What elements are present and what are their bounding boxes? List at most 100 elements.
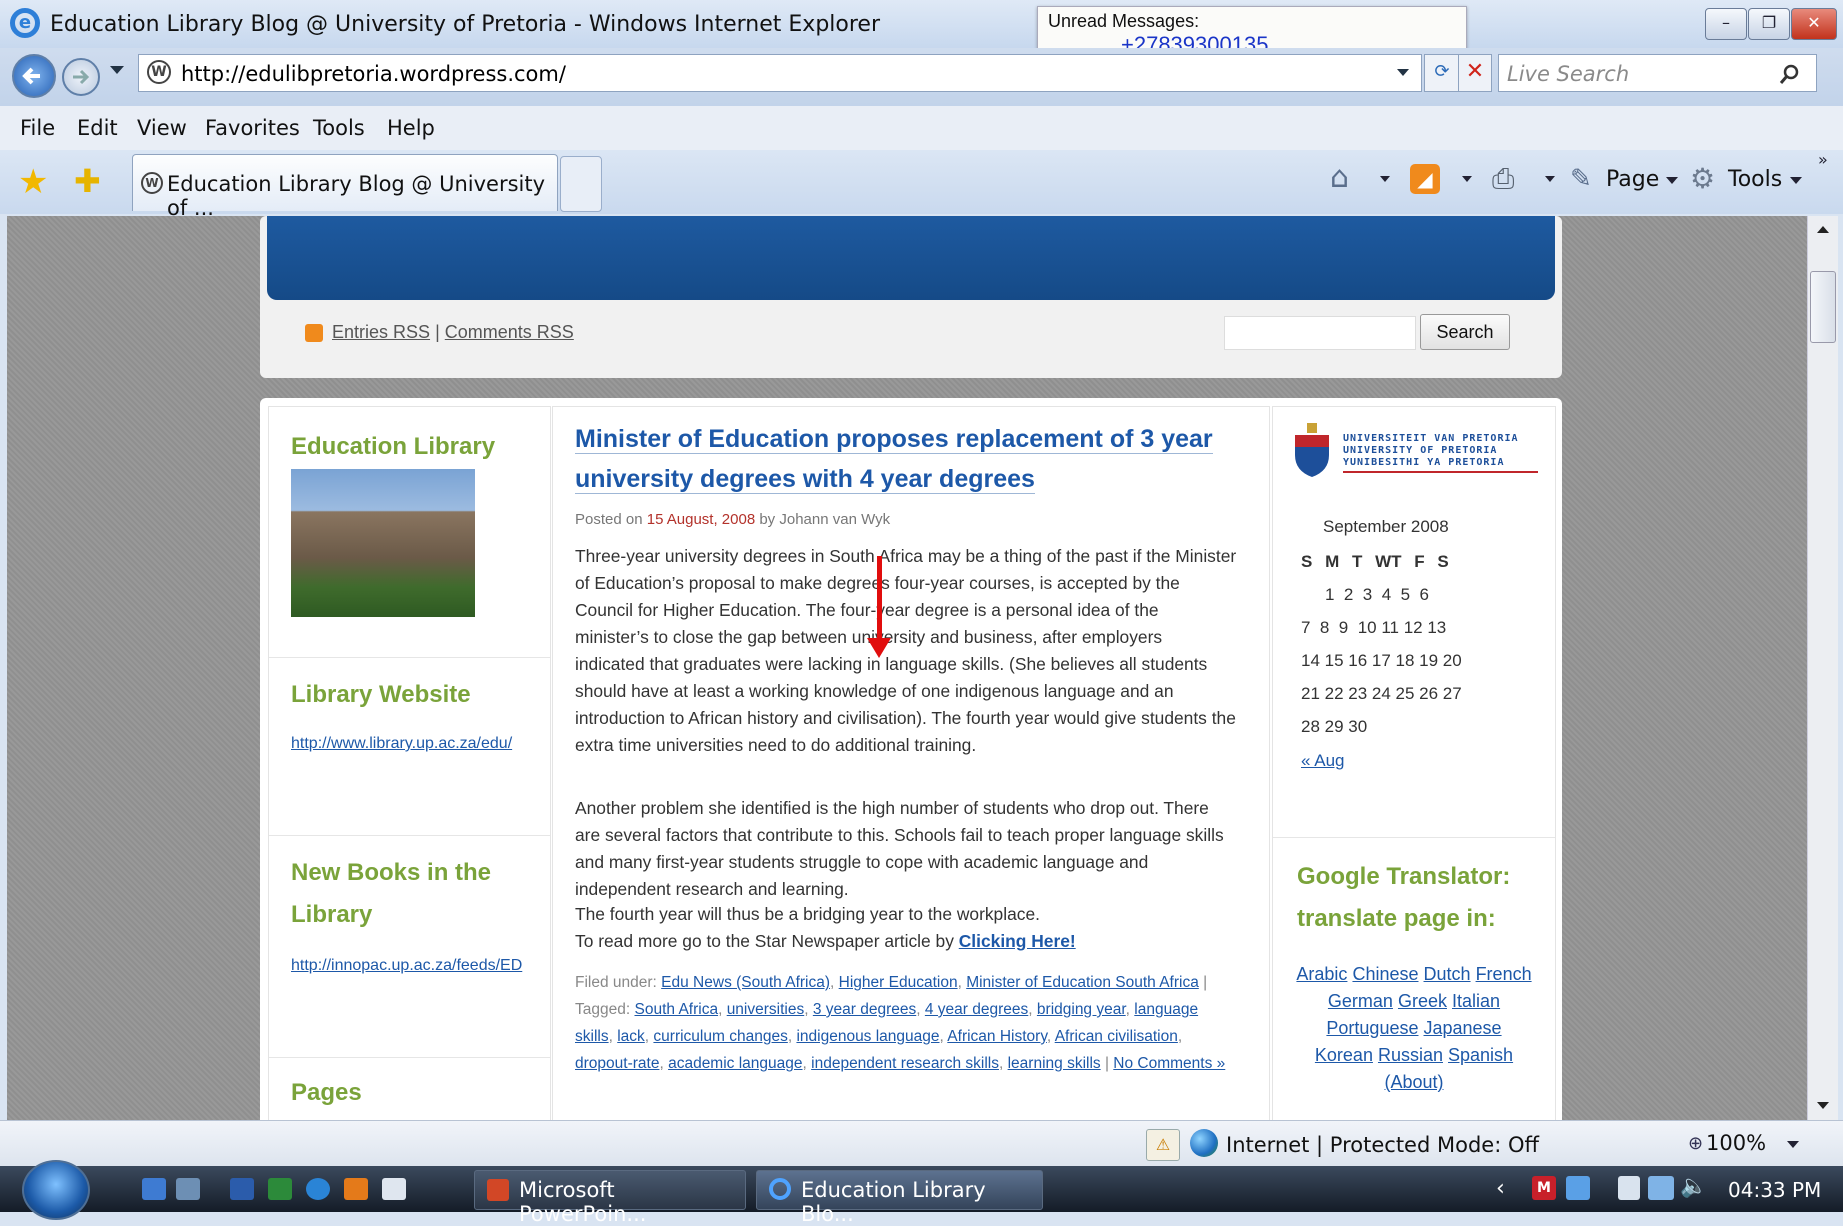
feeds-dropdown-icon[interactable] <box>1462 176 1472 182</box>
language-link[interactable]: Chinese <box>1352 964 1418 984</box>
taskbar-internet-explorer[interactable]: Education Library Blo... <box>756 1170 1043 1226</box>
tag-link[interactable]: language <box>1134 1001 1198 1018</box>
menu-help[interactable]: Help <box>387 116 435 140</box>
feeds-icon[interactable]: ◢ <box>1410 164 1440 194</box>
taskbar-powerpoint[interactable]: Microsoft PowerPoin... <box>474 1170 746 1226</box>
scroll-up-icon[interactable] <box>1817 226 1829 233</box>
print-dropdown-icon[interactable] <box>1545 176 1555 182</box>
post-title-link[interactable]: Minister of Education proposes replaceme… <box>575 425 1213 454</box>
menu-tools[interactable]: Tools <box>313 116 365 140</box>
show-desktop-icon[interactable] <box>142 1178 166 1200</box>
tag-link[interactable]: 3 year degrees <box>813 1001 916 1018</box>
search-icon[interactable] <box>1779 63 1801 85</box>
post-title-link-line2[interactable]: university degrees with 4 year degrees <box>575 465 1035 494</box>
language-link[interactable]: French <box>1476 964 1532 984</box>
close-window-button[interactable]: ✕ <box>1791 8 1837 40</box>
tag-link[interactable]: lack <box>617 1028 645 1045</box>
device-tray-icon[interactable] <box>1618 1176 1640 1200</box>
tools-dropdown-icon[interactable] <box>1790 177 1802 184</box>
clicking-here-link[interactable]: Clicking Here! <box>959 931 1076 951</box>
no-comments-link[interactable]: No Comments » <box>1113 1055 1225 1072</box>
tray-expand-icon[interactable]: ‹ <box>1496 1176 1505 1201</box>
tag-link[interactable]: skills <box>575 1028 609 1045</box>
language-link[interactable]: Russian <box>1378 1045 1443 1065</box>
word-icon[interactable] <box>230 1178 254 1200</box>
start-button[interactable] <box>22 1160 90 1220</box>
tab-education-library-blog[interactable]: W Education Library Blog @ University of… <box>132 154 558 220</box>
comments-rss-link[interactable]: Comments RSS <box>445 322 574 342</box>
language-link[interactable]: Japanese <box>1424 1018 1502 1038</box>
zoom-level[interactable]: 100% <box>1706 1131 1766 1155</box>
library-building-photo[interactable] <box>291 469 475 617</box>
category-link[interactable]: Edu News (South Africa) <box>661 974 830 991</box>
language-link[interactable]: German <box>1328 991 1393 1011</box>
tag-link[interactable]: curriculum changes <box>653 1028 787 1045</box>
page-dropdown-icon[interactable] <box>1666 177 1678 184</box>
forward-button[interactable] <box>62 58 100 96</box>
sync-tray-icon[interactable] <box>1566 1176 1590 1200</box>
chevron-more-icon[interactable]: » <box>1818 150 1828 169</box>
home-icon[interactable]: ⌂ <box>1330 160 1349 195</box>
email-icon[interactable] <box>382 1178 406 1200</box>
page-menu-button[interactable]: Page <box>1606 167 1659 192</box>
address-bar[interactable]: W http://edulibpretoria.wordpress.com/ <box>138 54 1422 92</box>
internet-explorer-quicklaunch-icon[interactable] <box>306 1178 330 1200</box>
university-crest-icon[interactable] <box>1291 421 1333 479</box>
home-dropdown-icon[interactable] <box>1380 176 1390 182</box>
scroll-thumb[interactable] <box>1810 271 1836 343</box>
history-dropdown-icon[interactable] <box>110 66 124 74</box>
language-link[interactable]: Dutch <box>1424 964 1471 984</box>
minimize-button[interactable]: – <box>1705 8 1747 40</box>
new-books-feed-link[interactable]: http://innopac.up.ac.za/feeds/ED <box>291 957 522 975</box>
vertical-scrollbar[interactable] <box>1807 216 1838 1120</box>
live-search-input[interactable]: Live Search <box>1498 54 1817 92</box>
menu-favorites[interactable]: Favorites <box>205 116 300 140</box>
tag-link[interactable]: independent research skills <box>811 1055 999 1072</box>
print-icon[interactable]: ⎙ <box>1492 162 1514 196</box>
refresh-button[interactable]: ⟳ <box>1424 54 1460 92</box>
switch-windows-icon[interactable] <box>176 1178 200 1200</box>
menu-file[interactable]: File <box>20 116 55 140</box>
menu-edit[interactable]: Edit <box>77 116 118 140</box>
stop-button[interactable]: ✕ <box>1458 54 1492 92</box>
tag-link[interactable]: bridging year <box>1037 1001 1126 1018</box>
about-link[interactable]: (About) <box>1384 1072 1443 1092</box>
language-link[interactable]: Greek <box>1398 991 1447 1011</box>
favorites-star-icon[interactable]: ★ <box>18 162 48 202</box>
calendar-prev-month-link[interactable]: « Aug <box>1301 751 1345 771</box>
tag-link[interactable]: 4 year degrees <box>925 1001 1028 1018</box>
add-favorites-icon[interactable]: ✚ <box>74 162 101 200</box>
category-link[interactable]: Higher Education <box>839 974 958 991</box>
antivirus-tray-icon[interactable]: M <box>1532 1176 1556 1200</box>
tag-link[interactable]: indigenous language <box>796 1028 939 1045</box>
address-dropdown-icon[interactable] <box>1397 69 1409 76</box>
zoom-dropdown-icon[interactable] <box>1787 1141 1799 1148</box>
excel-icon[interactable] <box>268 1178 292 1200</box>
library-website-link[interactable]: http://www.library.up.ac.za/edu/ <box>291 735 512 753</box>
language-link[interactable]: Spanish <box>1448 1045 1513 1065</box>
tag-link[interactable]: dropout-rate <box>575 1055 659 1072</box>
menu-view[interactable]: View <box>137 116 187 140</box>
category-link[interactable]: Minister of Education South Africa <box>966 974 1199 991</box>
tag-link[interactable]: learning skills <box>1008 1055 1101 1072</box>
taskbar-clock[interactable]: 04:33 PM <box>1728 1178 1821 1202</box>
language-link[interactable]: Arabic <box>1296 964 1347 984</box>
language-link[interactable]: Portuguese <box>1326 1018 1418 1038</box>
media-player-icon[interactable] <box>344 1178 368 1200</box>
tools-menu-button[interactable]: Tools <box>1728 167 1782 192</box>
scroll-down-icon[interactable] <box>1817 1102 1829 1109</box>
blog-search-button[interactable]: Search <box>1420 314 1510 350</box>
language-link[interactable]: Korean <box>1315 1045 1373 1065</box>
tag-link[interactable]: African History <box>947 1028 1047 1045</box>
network-tray-icon[interactable] <box>1648 1176 1674 1200</box>
entries-rss-link[interactable]: Entries RSS <box>332 322 430 342</box>
tag-link[interactable]: South Africa <box>634 1001 718 1018</box>
tag-link[interactable]: African civilisation <box>1055 1028 1178 1045</box>
maximize-button[interactable]: ❐ <box>1748 8 1790 40</box>
new-tab-button[interactable] <box>560 156 602 212</box>
tag-link[interactable]: universities <box>727 1001 805 1018</box>
security-shield-icon[interactable]: ⚠ <box>1146 1129 1180 1161</box>
blog-search-input[interactable] <box>1224 316 1416 350</box>
volume-tray-icon[interactable]: 🔈 <box>1680 1174 1707 1199</box>
back-button[interactable] <box>12 54 56 98</box>
